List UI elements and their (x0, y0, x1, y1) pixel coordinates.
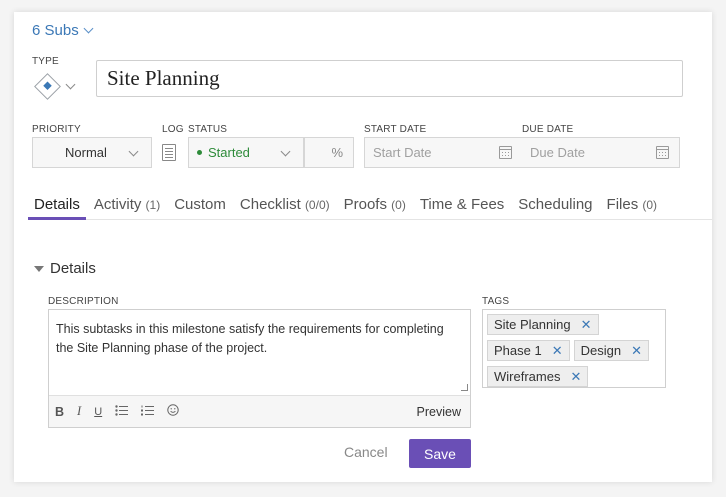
tab-proofs[interactable]: Proofs (0) (338, 194, 412, 220)
bold-button[interactable]: B (55, 405, 64, 419)
description-label: DESCRIPTION (48, 296, 119, 307)
tab-label: Time & Fees (419, 196, 505, 213)
chevron-down-icon (128, 146, 139, 157)
tags-input[interactable]: Site Planning ✕ Phase 1 ✕ Design ✕ Wirefram… (482, 309, 666, 388)
tab-activity[interactable]: Activity (1) (88, 194, 166, 220)
type-selector[interactable] (32, 69, 78, 103)
tab-label: Checklist (239, 196, 301, 213)
calendar-icon[interactable] (499, 146, 512, 159)
percent-sign: % (331, 145, 343, 160)
resize-handle-icon[interactable] (461, 384, 468, 391)
tab-label: Activity (93, 196, 142, 213)
due-date-label: DUE DATE (522, 124, 574, 135)
status-select[interactable]: Started (188, 137, 304, 168)
tab-custom[interactable]: Custom (168, 194, 232, 220)
section-title: Details (50, 260, 96, 277)
tab-count: (0) (642, 198, 658, 212)
editor-toolbar: B I U Preview (49, 395, 470, 427)
tag-chip: Wireframes ✕ (487, 366, 589, 387)
italic-button[interactable]: I (77, 404, 81, 419)
log-label: LOG (162, 124, 184, 135)
task-panel: 6 Subs TYPE Site Planning PRIORITY LOG S… (14, 12, 712, 482)
type-label: TYPE (32, 56, 59, 67)
tab-label: Custom (174, 196, 226, 213)
chevron-down-icon (65, 79, 76, 89)
tag-chip: Design ✕ (573, 340, 649, 361)
due-date-input[interactable]: Due Date (522, 138, 679, 167)
priority-label: PRIORITY (32, 124, 81, 135)
tag-label: Design (580, 343, 622, 358)
tab-scheduling[interactable]: Scheduling (512, 194, 598, 220)
description-editor: This subtasks in this milestone satisfy … (48, 309, 471, 428)
remove-tag-icon[interactable]: ✕ (581, 317, 592, 333)
task-tabs: Details Activity (1) Custom Checklist (0… (28, 194, 712, 220)
start-date-placeholder: Start Date (373, 145, 432, 160)
tab-details[interactable]: Details (28, 194, 86, 220)
remove-tag-icon[interactable]: ✕ (631, 343, 642, 359)
priority-value: Normal (65, 145, 107, 160)
due-date-placeholder: Due Date (530, 145, 585, 160)
tab-label: Scheduling (518, 196, 593, 213)
tag-chip: Site Planning ✕ (487, 314, 599, 335)
tab-count: (0) (391, 198, 406, 212)
tab-checklist[interactable]: Checklist (0/0) (234, 194, 336, 220)
tab-label: Proofs (343, 196, 387, 213)
numbered-list-icon[interactable] (141, 405, 155, 419)
status-label: STATUS (188, 124, 228, 135)
start-date-label: START DATE (364, 124, 427, 135)
underline-button[interactable]: U (94, 406, 102, 418)
remove-tag-icon[interactable]: ✕ (552, 343, 563, 359)
subs-label: 6 Subs (32, 22, 79, 39)
percent-complete-input[interactable]: % (304, 137, 354, 168)
bullet-list-icon[interactable] (115, 404, 129, 419)
cancel-button[interactable]: Cancel (344, 444, 388, 460)
tab-count: (1) (145, 198, 161, 212)
task-title-input[interactable]: Site Planning (96, 60, 683, 97)
status-dot-icon (197, 150, 202, 155)
tags-label: TAGS (482, 296, 510, 307)
tab-time-fees[interactable]: Time & Fees (414, 194, 510, 220)
emoji-icon[interactable] (167, 404, 179, 419)
tab-count: (0/0) (304, 198, 330, 212)
tag-label: Site Planning (494, 317, 571, 332)
priority-select[interactable]: Normal (32, 137, 152, 168)
start-date-input[interactable]: Start Date (365, 138, 522, 167)
chevron-down-icon (83, 23, 94, 34)
tab-files[interactable]: Files (0) (601, 194, 664, 220)
tag-label: Phase 1 (494, 343, 542, 358)
tag-chip: Phase 1 ✕ (487, 340, 570, 361)
save-button[interactable]: Save (409, 439, 471, 468)
description-textarea[interactable]: This subtasks in this milestone satisfy … (49, 310, 470, 395)
log-notes-icon[interactable] (162, 144, 176, 161)
date-range-field: Start Date Due Date (364, 137, 680, 168)
remove-tag-icon[interactable]: ✕ (570, 369, 581, 385)
subs-dropdown[interactable]: 6 Subs (32, 22, 94, 39)
caret-down-icon (34, 265, 44, 272)
tag-label: Wireframes (494, 369, 561, 384)
tab-label: Details (34, 196, 80, 213)
details-section-toggle[interactable]: Details (34, 260, 96, 277)
milestone-diamond-icon (34, 72, 61, 100)
tab-label: Files (606, 196, 639, 213)
status-value: Started (208, 145, 250, 160)
calendar-icon[interactable] (656, 146, 669, 159)
chevron-down-icon (280, 146, 291, 157)
preview-button[interactable]: Preview (417, 405, 461, 419)
